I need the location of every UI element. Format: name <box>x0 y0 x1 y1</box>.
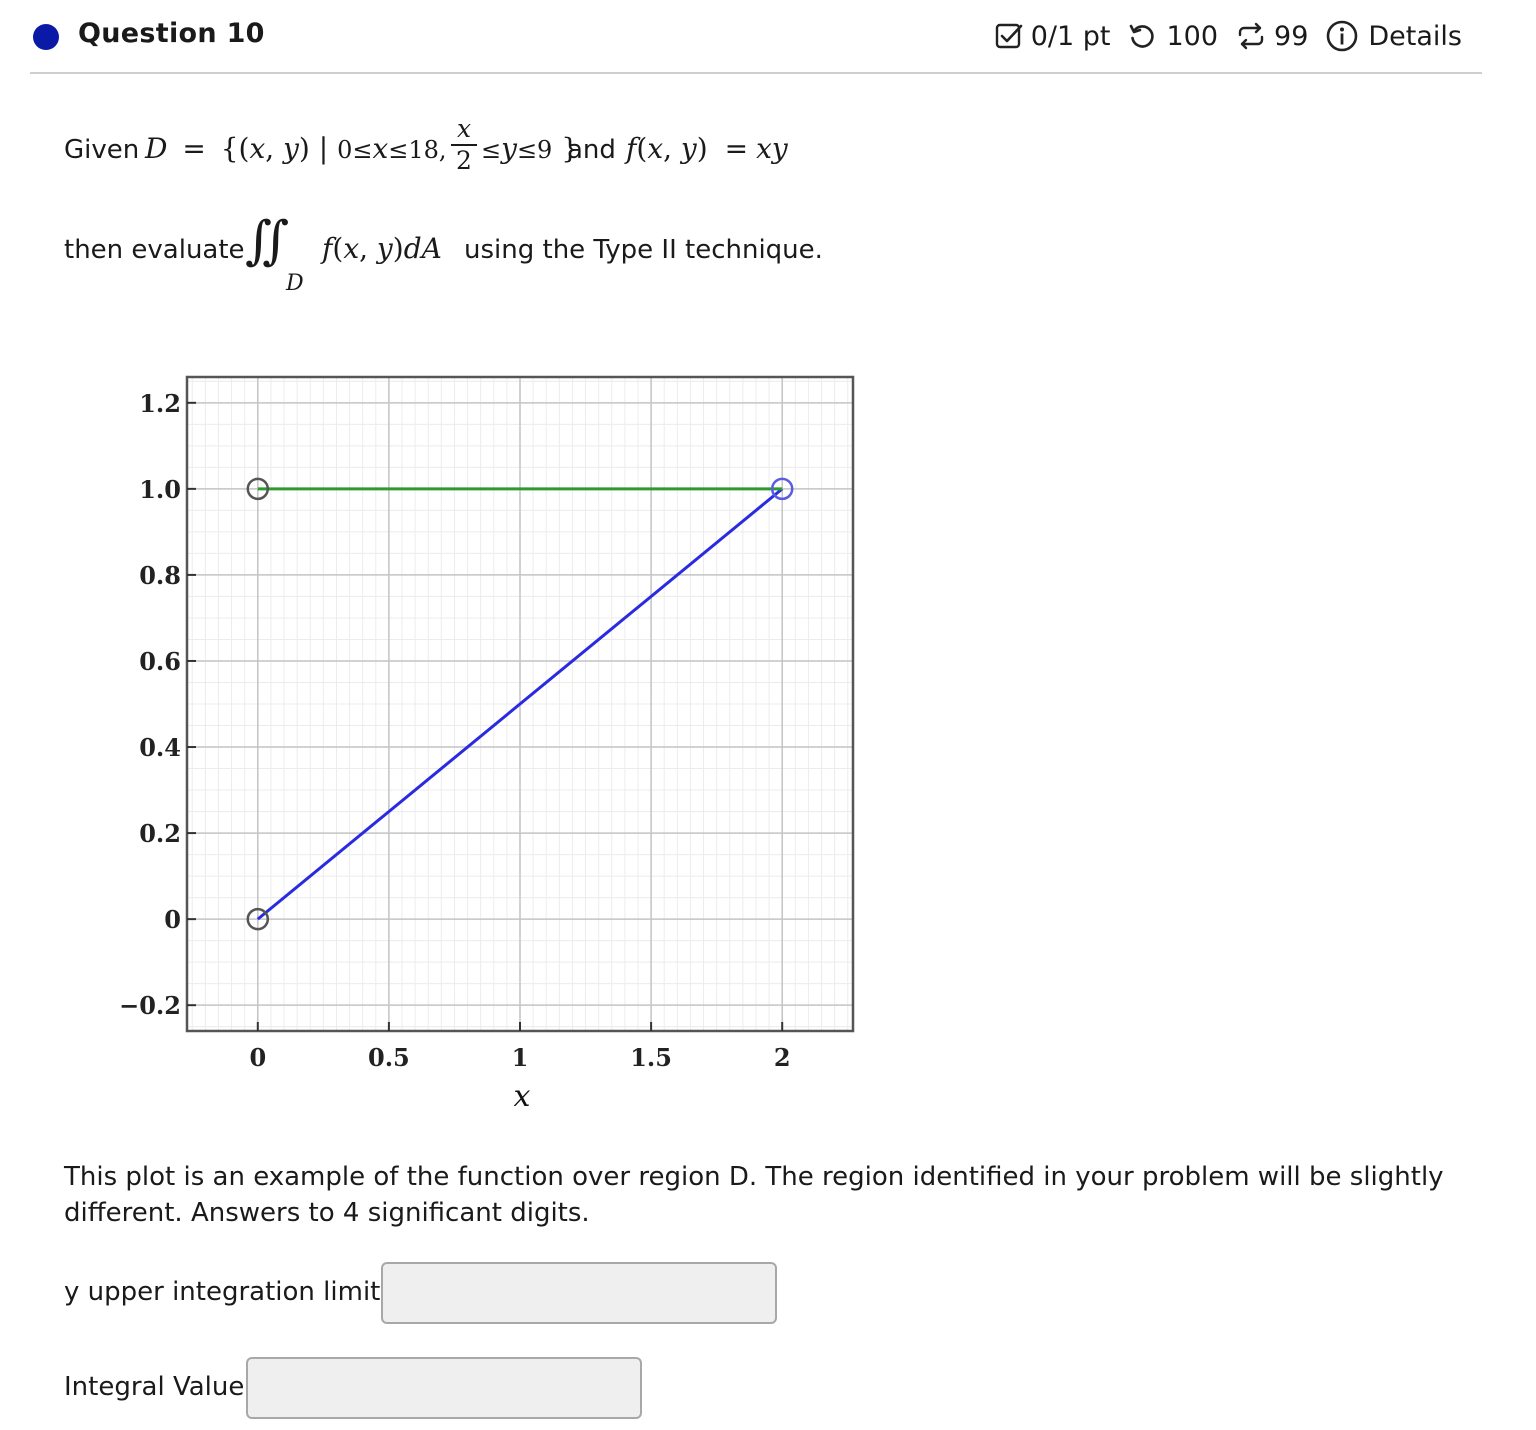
func-comma: , <box>663 132 681 165</box>
func-f: f <box>626 132 637 165</box>
technique-label: using the Type II technique. <box>464 235 823 265</box>
y-tick-label: 0.4 <box>139 733 181 762</box>
double-integral-sign: ∬ <box>245 211 290 271</box>
func-xy: xy <box>756 132 788 165</box>
set-var: D <box>145 132 168 165</box>
question-status-dot <box>33 24 59 50</box>
swap-arrows-icon <box>1238 22 1264 50</box>
fraction-denominator: 2 <box>456 146 472 175</box>
integral-subscript: D <box>286 271 304 296</box>
integrand-y: y <box>376 232 393 265</box>
integrand-x: x <box>343 232 360 265</box>
x-upper-bound: ≤18, <box>388 136 447 164</box>
score-indicator: 0/1 pt <box>995 20 1111 52</box>
y-tick-label: 0.6 <box>139 647 181 676</box>
paren-close: ) <box>696 132 708 165</box>
integrand: f(x, y)dA <box>322 235 442 263</box>
submissions-count: 99 <box>1274 20 1309 52</box>
note-line-2: different. Answers to 4 significant digi… <box>64 1198 590 1228</box>
fraction-x-over-2: x 2 <box>451 115 477 174</box>
and-label: and <box>567 135 616 165</box>
header-divider <box>30 72 1482 74</box>
region-plot: 00.511.52−0.200.20.40.60.81.01.2xy <box>119 375 855 1114</box>
y-tick-label: 0.8 <box>139 561 181 590</box>
x-tick-label: 0 <box>249 1043 266 1072</box>
x-tick-label: 2 <box>774 1043 791 1072</box>
var-y-bound: y <box>501 132 517 165</box>
x-lower-bound: 0≤ <box>337 136 373 164</box>
set-pipe: ) | <box>298 132 338 165</box>
x-tick-label: 0.5 <box>368 1043 410 1072</box>
retries-count: 100 <box>1166 20 1219 52</box>
paren-open: ( <box>636 132 648 165</box>
y-tick-label: −0.2 <box>119 991 181 1020</box>
var-y: y <box>283 132 299 165</box>
set-open: {( <box>220 132 250 165</box>
var-x-bound: x <box>372 132 389 165</box>
retry-icon <box>1130 24 1155 48</box>
question-title: Question 10 <box>78 18 265 49</box>
x-axis-label: x <box>514 1079 531 1114</box>
domain-definition: D = {(x, y) | 0≤x≤18, <box>145 135 447 163</box>
y-bounds: ≤y≤9 } <box>481 135 579 163</box>
func-arg-x: x <box>647 132 664 165</box>
function-definition: f(x, y) = xy <box>626 135 788 163</box>
fraction-numerator: x <box>456 114 472 143</box>
note-line-1: This plot is an example of the function … <box>64 1162 1444 1192</box>
question-meta-bar: 0/1 pt 100 99 Details <box>995 20 1462 52</box>
var-x: x <box>249 132 266 165</box>
integral-value-input[interactable] <box>246 1357 642 1419</box>
y-tick-label: 0.2 <box>139 819 181 848</box>
integrand-comma: , <box>359 232 377 265</box>
equals-sign: = <box>182 132 206 165</box>
y-upper-limit-input[interactable] <box>381 1262 777 1324</box>
comma: , <box>265 132 284 165</box>
integrand-dA: dA <box>403 232 442 265</box>
func-equals: = <box>724 132 749 165</box>
integral-value-label: Integral Value <box>64 1372 245 1402</box>
score-text: 0/1 pt <box>1030 20 1111 52</box>
y-tick-label: 0 <box>164 905 181 934</box>
submissions-indicator: 99 <box>1236 21 1308 52</box>
x-tick-label: 1 <box>512 1043 529 1072</box>
y-upper-bound: ≤9 <box>516 136 553 164</box>
integrand-paren-open: ( <box>332 232 344 265</box>
x-tick-label: 1.5 <box>630 1043 672 1072</box>
y-upper-limit-label: y upper integration limit <box>64 1277 381 1307</box>
y-tick-label: 1.0 <box>139 475 181 504</box>
y-tick-label: 1.2 <box>139 389 181 418</box>
integrand-paren-close: ) <box>392 232 404 265</box>
then-evaluate-label: then evaluate <box>64 235 245 265</box>
retries-indicator: 100 <box>1128 21 1218 52</box>
y-lower-bound: ≤ <box>481 136 502 164</box>
integrand-f: f <box>322 232 333 265</box>
details-button[interactable]: Details <box>1326 20 1462 52</box>
info-icon <box>1327 20 1358 52</box>
func-arg-y: y <box>680 132 697 165</box>
details-label: Details <box>1368 20 1462 52</box>
checkbox-icon <box>995 23 1023 49</box>
given-label: Given <box>64 135 140 165</box>
